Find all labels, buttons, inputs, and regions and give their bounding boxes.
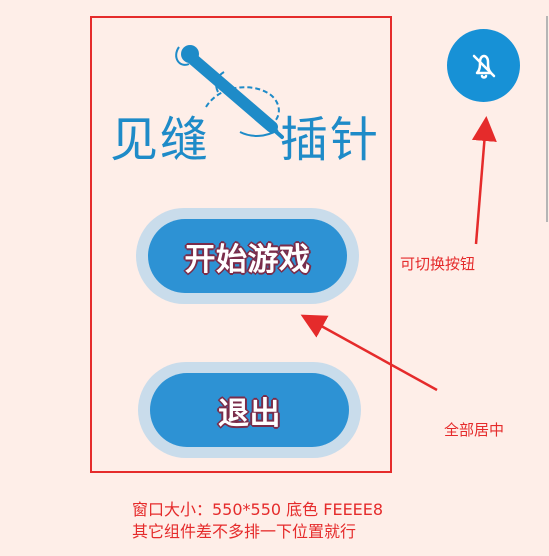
logo-text-left: 见缝 [110,112,211,168]
toggle-button-note: 可切换按钮 [400,255,476,273]
logo-text-right: 插针 [280,112,381,168]
start-game-label: 开始游戏 [184,241,311,278]
bell-off-icon [472,54,495,79]
game-logo: 见缝 插针 [102,42,402,192]
sound-toggle-button[interactable] [447,29,520,102]
start-game-button[interactable]: 开始游戏 [136,208,359,304]
toggle-arrow [471,116,497,245]
exit-button[interactable]: 退出 [138,362,361,458]
window-edge-line [546,16,548,222]
exit-label: 退出 [218,395,281,432]
layout-notes: 窗口大小：550*550 底色 FEEEE8 其它组件差不多排一下位置就行 [132,499,383,543]
center-layout-note: 全部居中 [444,421,505,439]
window-size-note: 窗口大小：550*550 底色 FEEEE8 [132,500,384,519]
component-position-note: 其它组件差不多排一下位置就行 [132,522,357,541]
